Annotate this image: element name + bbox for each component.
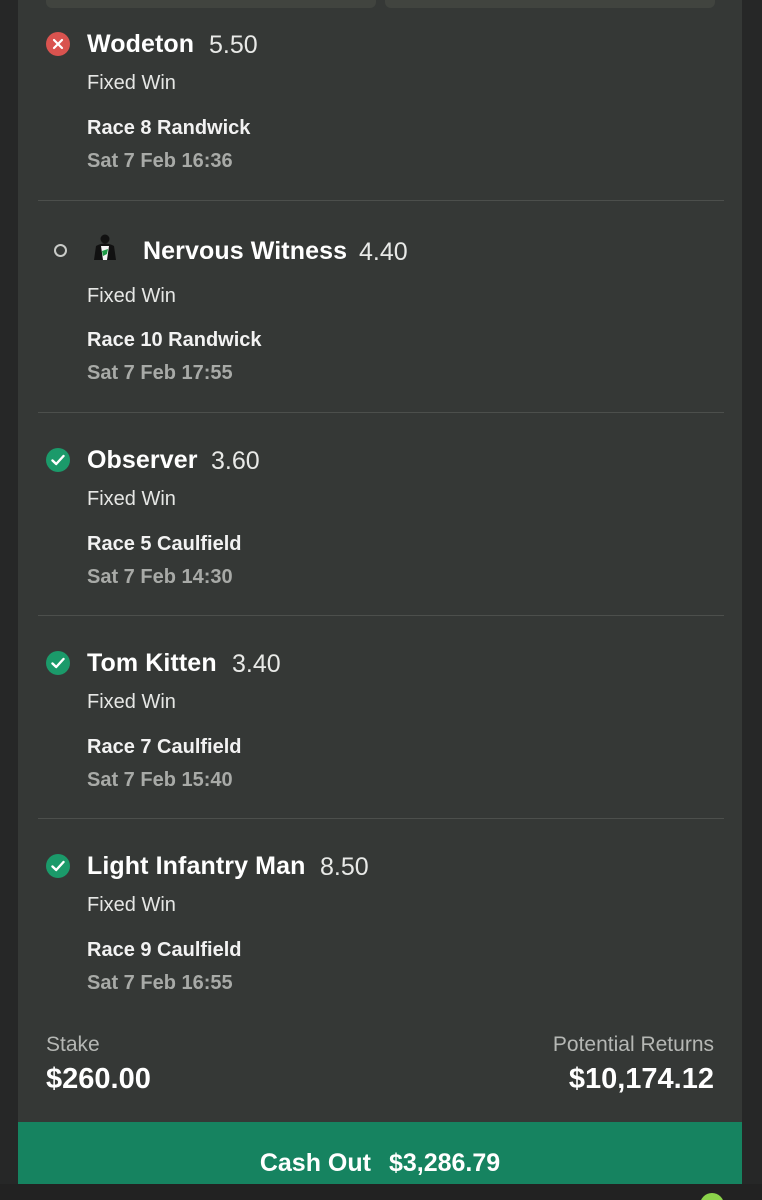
race-date: Sat 7 Feb 16:55 (87, 972, 233, 994)
cash-out-amount: $3,286.79 (388, 1149, 501, 1177)
bet-type: Fixed Win (87, 894, 176, 916)
runner-name: Nervous Witness (143, 237, 348, 265)
check-circle-icon (46, 854, 70, 878)
bet-detail-page: Wodeton 5.50 Fixed Win Race 8 Randwick S… (0, 0, 762, 1200)
bet-type: Fixed Win (87, 285, 176, 307)
runner-odds: 8.50 (320, 853, 369, 881)
race-name[interactable]: Race 5 Caulfield (87, 533, 242, 556)
cash-out-button[interactable]: Cash Out $3,286.79 (18, 1122, 742, 1188)
runner-name: Wodeton (87, 30, 195, 58)
runner-name: Light Infantry Man (87, 852, 306, 880)
potential-returns-label: Potential Returns (552, 1033, 714, 1056)
bet-type: Fixed Win (87, 488, 176, 510)
stake-label: Stake (46, 1033, 100, 1056)
race-name[interactable]: Race 10 Randwick (87, 329, 262, 352)
stake-value: $260.00 (46, 1063, 151, 1095)
race-date: Sat 7 Feb 17:55 (87, 362, 233, 384)
divider (38, 818, 724, 819)
top-right-button[interactable] (385, 0, 715, 8)
divider (38, 412, 724, 413)
bet-type: Fixed Win (87, 691, 176, 713)
runner-odds: 3.40 (232, 650, 281, 678)
runner-odds: 3.60 (211, 447, 260, 475)
race-name[interactable]: Race 9 Caulfield (87, 939, 242, 962)
top-left-button[interactable] (46, 0, 376, 8)
runner-odds: 5.50 (209, 31, 258, 59)
bottom-bar (0, 1184, 762, 1200)
race-date: Sat 7 Feb 15:40 (87, 769, 233, 791)
check-circle-icon (46, 448, 70, 472)
divider (38, 615, 724, 616)
runner-odds: 4.40 (359, 238, 408, 266)
empty-circle-icon (54, 244, 67, 257)
jockey-silk-icon (92, 234, 118, 264)
divider (38, 200, 724, 201)
race-name[interactable]: Race 8 Randwick (87, 117, 250, 140)
race-date: Sat 7 Feb 14:30 (87, 566, 233, 588)
bet-type: Fixed Win (87, 72, 176, 94)
race-date: Sat 7 Feb 16:36 (87, 150, 233, 172)
check-circle-icon (46, 651, 70, 675)
race-name[interactable]: Race 7 Caulfield (87, 736, 242, 759)
runner-name: Observer (87, 446, 198, 474)
cash-out-label: Cash Out (259, 1149, 371, 1177)
potential-returns-value: $10,174.12 (568, 1063, 714, 1095)
x-circle-icon (46, 32, 70, 56)
runner-name: Tom Kitten (87, 649, 217, 677)
multi-bet-card: Wodeton 5.50 Fixed Win Race 8 Randwick S… (18, 0, 742, 1200)
